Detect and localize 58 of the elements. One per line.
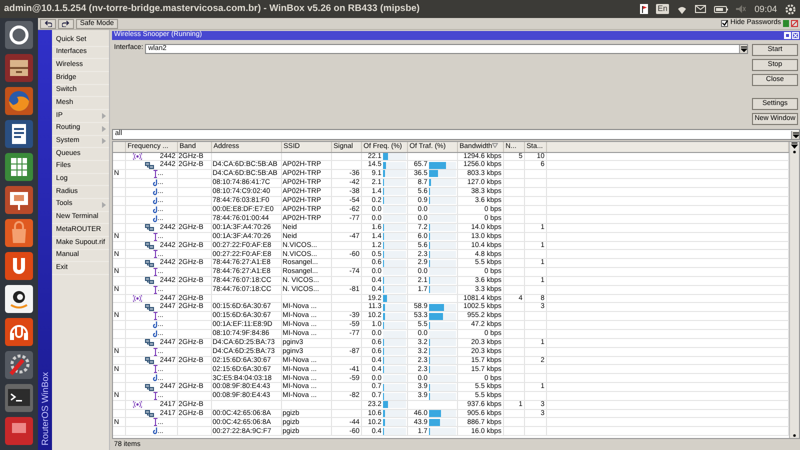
undo-icon <box>44 20 52 27</box>
percent-bar-track <box>428 206 456 214</box>
antenna-icon <box>152 312 158 320</box>
network-icon <box>144 339 154 346</box>
restore-button[interactable] <box>784 32 791 39</box>
presentation-icon[interactable] <box>5 186 33 214</box>
percent-bar-track <box>382 206 406 214</box>
spreadsheet-icon[interactable] <box>5 153 33 181</box>
scrollbar[interactable] <box>789 142 799 438</box>
headphones-icon[interactable] <box>5 318 33 346</box>
document-icon[interactable] <box>5 120 33 148</box>
volume-muted-icon[interactable] <box>736 5 746 13</box>
network-icon <box>144 357 154 364</box>
signal-waves-icon <box>132 152 142 160</box>
mail-icon[interactable] <box>695 5 706 13</box>
network-icon <box>144 260 154 266</box>
redo-icon <box>62 20 70 27</box>
network-icon <box>144 384 154 391</box>
antenna-icon <box>152 232 158 240</box>
antenna-icon <box>152 392 158 400</box>
vertical-brand-label: RouterOS WinBox <box>40 372 50 446</box>
network-icon <box>144 410 154 417</box>
dropdown-arrow-icon <box>792 132 798 138</box>
network-icon <box>144 242 154 249</box>
network-icon <box>144 162 154 168</box>
signal-waves-icon <box>132 401 142 408</box>
checkbox[interactable] <box>721 20 728 27</box>
undo-button[interactable] <box>40 18 56 28</box>
antenna-icon <box>152 348 158 356</box>
dropdown-arrow-icon <box>740 46 746 52</box>
wifi-icon[interactable] <box>677 4 688 14</box>
redo-button[interactable] <box>58 18 74 28</box>
network-icon <box>144 277 154 284</box>
battery-icon[interactable] <box>714 6 728 12</box>
circle-logo-icon[interactable] <box>5 21 33 49</box>
wrench-gear-icon[interactable] <box>5 351 33 379</box>
terminal-icon[interactable] <box>5 384 33 412</box>
drawer-icon[interactable] <box>5 54 33 82</box>
scroll-arrow-icon[interactable] <box>791 142 798 154</box>
flag-icon[interactable] <box>640 4 648 14</box>
settings-icon[interactable] <box>785 4 796 14</box>
clock[interactable]: 09:04 <box>754 4 777 14</box>
status-indicator-icon <box>783 20 789 27</box>
percent-bar-track <box>382 374 406 382</box>
percent-bar-track <box>428 374 456 382</box>
network-icon <box>144 304 154 311</box>
antenna-icon <box>152 250 158 258</box>
window-title: admin@10.1.5.254 (nv-torre-bridge.mastervicosa.com.br) - WinBox v5.26 on RB433 (mipsbe) <box>4 3 421 15</box>
antenna-icon <box>152 268 158 276</box>
percent-bar-track <box>382 215 406 222</box>
globe-icon[interactable] <box>5 87 33 115</box>
antenna-icon <box>152 286 158 294</box>
signal-waves-icon <box>132 294 142 302</box>
keyboard-layout-indicator[interactable]: En <box>656 4 670 14</box>
scroll-marker-icon[interactable] <box>791 433 798 438</box>
close-button[interactable] <box>792 32 799 39</box>
network-icon <box>144 224 154 232</box>
percent-bar-track <box>428 215 456 222</box>
